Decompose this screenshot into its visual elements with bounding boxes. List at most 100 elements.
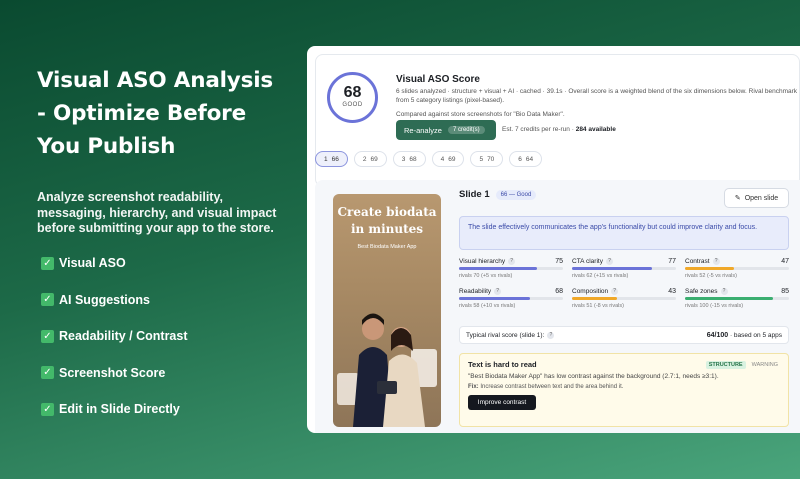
typical-suffix: · based on 5 apps — [728, 331, 782, 339]
metric-name: Visual hierarchy — [459, 258, 506, 265]
warning-card: Text is hard to read STRUCTURE WARNING "… — [459, 353, 789, 427]
open-slide-button[interactable]: ✎ Open slide — [724, 188, 789, 208]
metric-bar — [572, 297, 676, 300]
pencil-icon: ✎ — [734, 195, 741, 202]
tab-index: 6 — [518, 155, 522, 163]
check-icon: ✓ — [41, 366, 54, 380]
metric-name: Contrast — [685, 258, 710, 265]
metric-bar — [685, 267, 789, 270]
tab-slide-5[interactable]: 5 70 — [470, 151, 504, 167]
score-description: 6 slides analyzed · structure + visual +… — [396, 88, 798, 104]
metric-value: 68 — [555, 288, 563, 295]
tab-slide-4[interactable]: 4 69 — [431, 151, 465, 167]
metric-value: 43 — [668, 288, 676, 295]
feature-item: ✓ AI Suggestions — [41, 292, 188, 308]
tab-score: 70 — [487, 155, 495, 163]
help-icon[interactable]: ? — [712, 258, 720, 265]
metric-bar — [459, 267, 563, 270]
warning-fix: Fix: Increase contrast between text and … — [468, 384, 780, 390]
tab-score: 68 — [409, 155, 417, 163]
slide-thumbnail[interactable]: Create biodata in minutes Best Biodata M… — [333, 194, 441, 427]
metric-name: Readability — [459, 288, 492, 295]
metric-value: 75 — [555, 258, 563, 265]
fix-label: Fix: — [468, 384, 479, 390]
feature-label: Readability / Contrast — [59, 329, 188, 344]
slide-detail-card: Create biodata in minutes Best Biodata M… — [315, 180, 800, 433]
metric-rival: rivals 100 (-15 vs rivals) — [685, 303, 744, 309]
score-value: 68 — [343, 84, 362, 101]
feature-item: ✓ Screenshot Score — [41, 365, 188, 381]
slide-title: Slide 1 — [459, 189, 490, 200]
tab-score: 64 — [525, 155, 534, 163]
slide-header: Slide 1 66 — Good — [459, 189, 537, 200]
credit-estimate: Est. 7 credits per re-run · 284 availabl… — [502, 126, 616, 133]
check-icon: ✓ — [41, 293, 54, 307]
typical-label: Typical rival score (slide 1): — [466, 331, 545, 339]
credits-available: 284 available — [575, 126, 616, 133]
tab-slide-6[interactable]: 6 64 — [509, 151, 543, 167]
reanalyze-button[interactable]: Re-analyze 7 credit(s) — [396, 120, 496, 140]
slide-score-badge: 66 — Good — [495, 189, 537, 200]
score-comparison: Compared against store screenshots for "… — [396, 111, 565, 118]
estimate-text: Est. 7 credits per re-run · — [502, 126, 576, 133]
check-icon: ✓ — [41, 402, 54, 416]
metric-rival: rivals 62 (+15 vs rivals) — [572, 273, 629, 279]
tab-slide-1[interactable]: 1 66 — [315, 151, 348, 167]
tab-slide-3[interactable]: 3 68 — [392, 151, 426, 167]
score-gauge: 68 GOOD — [327, 72, 378, 123]
metric-name: Composition — [572, 288, 609, 295]
metric-composition: Composition? 43 rivals 51 (-8 vs rivals) — [572, 288, 676, 309]
feature-item: ✓ Visual ASO — [41, 255, 188, 271]
check-icon: ✓ — [41, 256, 54, 270]
tab-score: 69 — [370, 155, 378, 163]
warning-level-tag: WARNING — [751, 361, 778, 368]
slide-image-title: Create biodata in minutes — [337, 205, 437, 236]
improve-contrast-button[interactable]: Improve contrast — [468, 395, 536, 410]
metric-rival: rivals 70 (+5 vs rivals) — [459, 273, 513, 279]
metric-rival: rivals 58 (+10 vs rivals) — [459, 303, 516, 309]
typical-rival-score: Typical rival score (slide 1):? 64/100 ·… — [459, 326, 789, 344]
tab-slide-2[interactable]: 2 69 — [353, 151, 387, 167]
metric-name: Safe zones — [685, 288, 718, 295]
metric-contrast: Contrast? 47 rivals 52 (-5 vs rivals) — [685, 258, 789, 279]
metric-name: CTA clarity — [572, 258, 603, 265]
tab-index: 1 — [324, 155, 328, 163]
typical-value: 64/100 — [706, 331, 729, 339]
score-label: GOOD — [342, 102, 363, 108]
metric-bar-fill — [572, 267, 653, 270]
help-icon[interactable]: ? — [494, 288, 502, 295]
promo-subheadline: Analyze screenshot readability, messagin… — [37, 190, 277, 235]
slide-image-subtitle: Best Biodata Maker App — [357, 244, 417, 250]
metric-bar-fill — [685, 267, 734, 270]
credits-pill: 7 credit(s) — [447, 126, 485, 134]
feature-label: Screenshot Score — [59, 365, 166, 380]
fix-text: Increase contrast between text and the a… — [478, 384, 624, 390]
metrics-grid: Visual hierarchy? 75 rivals 70 (+5 vs riv… — [459, 258, 789, 318]
score-card: 68 GOOD Visual ASO Score 6 slides analyz… — [315, 54, 800, 187]
metric-bar — [685, 297, 789, 300]
metric-value: 77 — [668, 258, 676, 265]
help-icon[interactable]: ? — [605, 258, 613, 265]
tab-score: 69 — [448, 155, 456, 163]
help-icon[interactable]: ? — [547, 331, 555, 339]
metric-bar-fill — [459, 297, 530, 300]
check-icon: ✓ — [41, 329, 54, 343]
help-icon[interactable]: ? — [508, 258, 516, 265]
feature-list: ✓ Visual ASO ✓ AI Suggestions ✓ Readability… — [41, 255, 188, 438]
feature-item: ✓ Readability / Contrast — [41, 328, 188, 344]
promo-section: Visual ASO Analysis - Optimize Before Yo… — [37, 64, 287, 237]
help-icon[interactable]: ? — [611, 288, 619, 295]
metric-bar — [459, 297, 563, 300]
metric-value: 47 — [781, 258, 789, 265]
slide-tabs: 1 66 2 69 3 68 4 69 5 70 6 64 — [315, 151, 543, 167]
feature-item: ✓ Edit in Slide Directly — [41, 401, 188, 417]
couple-illustration — [337, 313, 437, 427]
tab-score: 66 — [331, 155, 339, 163]
metric-bar-fill — [685, 297, 774, 300]
metric-cta-clarity: CTA clarity? 77 rivals 62 (+15 vs rivals) — [572, 258, 676, 279]
help-icon[interactable]: ? — [720, 288, 728, 295]
structure-tag: STRUCTURE — [705, 360, 746, 369]
metric-rival: rivals 51 (-8 vs rivals) — [572, 303, 624, 309]
metric-bar — [572, 267, 676, 270]
feature-label: Visual ASO — [59, 256, 126, 270]
